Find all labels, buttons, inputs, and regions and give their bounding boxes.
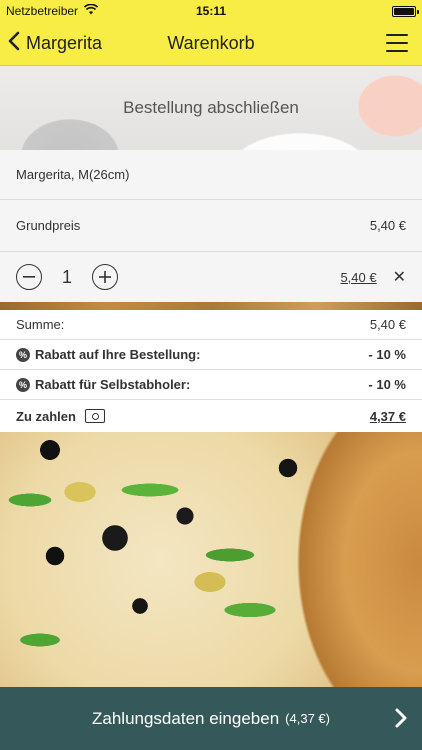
battery-icon	[392, 5, 419, 17]
pizza-background-strip	[0, 302, 422, 310]
sum-row: Summe: 5,40 €	[0, 310, 422, 340]
quantity-value: 1	[62, 266, 73, 287]
discount-icon: %	[16, 377, 30, 392]
enter-payment-label: Zahlungsdaten eingeben	[92, 708, 280, 728]
pizza-image	[0, 432, 422, 687]
discount-pickup-value: - 10 %	[368, 377, 406, 392]
total-label: Zu zahlen	[16, 408, 76, 424]
order-summary: Summe: 5,40 € % Rabatt auf Ihre Bestellu…	[0, 310, 422, 432]
remove-icon[interactable]: ✕	[393, 267, 406, 287]
sum-value: 5,40 €	[369, 317, 406, 332]
discount-order-value: - 10 %	[368, 347, 406, 362]
status-left: Netzbetreiber	[6, 3, 99, 18]
discount-order-row: % Rabatt auf Ihre Bestellung: - 10 %	[0, 340, 422, 370]
base-price-row: Grundpreis 5,40 €	[0, 200, 422, 252]
cart-item-name: Margerita, M(26cm)	[16, 167, 130, 182]
line-total: 5,40 €	[340, 269, 377, 285]
base-price-label: Grundpreis	[16, 218, 81, 233]
decrease-button[interactable]	[16, 264, 42, 290]
discount-pickup-label: Rabatt für Selbstabholer:	[35, 377, 191, 392]
cash-icon	[84, 409, 105, 423]
discount-pickup-row: % Rabatt für Selbstabholer: - 10 %	[0, 370, 422, 400]
enter-payment-button[interactable]: Zahlungsdaten eingeben (4,37 €)	[0, 687, 422, 750]
back-button[interactable]: Margerita	[0, 31, 102, 56]
menu-icon[interactable]	[386, 34, 408, 52]
total-value: 4,37 €	[369, 408, 406, 424]
status-bar: Netzbetreiber 15:11	[0, 0, 422, 22]
minus-icon	[23, 276, 35, 278]
back-chevron-icon	[8, 31, 20, 56]
plus-icon	[99, 271, 112, 283]
increase-button[interactable]	[92, 264, 119, 290]
discount-order-label: Rabatt auf Ihre Bestellung:	[35, 347, 201, 362]
back-label: Margerita	[26, 33, 103, 53]
sum-label: Summe:	[16, 317, 65, 332]
carrier-label: Netzbetreiber	[6, 4, 79, 18]
cart-item-name-row: Margerita, M(26cm)	[0, 150, 422, 200]
wifi-icon	[83, 3, 99, 18]
forward-chevron-icon	[394, 707, 408, 734]
hero-banner: Bestellung abschließen	[0, 66, 422, 150]
enter-payment-amount: (4,37 €)	[285, 711, 330, 726]
nav-bar: Margerita Warenkorb	[0, 22, 422, 66]
hero-title: Bestellung abschließen	[123, 98, 299, 117]
base-price-value: 5,40 €	[369, 218, 406, 233]
quantity-row: 1 5,40 € ✕	[0, 252, 422, 302]
quantity-stepper: 1	[16, 264, 119, 290]
total-row: Zu zahlen 4,37 €	[0, 400, 422, 432]
discount-icon: %	[16, 347, 30, 362]
